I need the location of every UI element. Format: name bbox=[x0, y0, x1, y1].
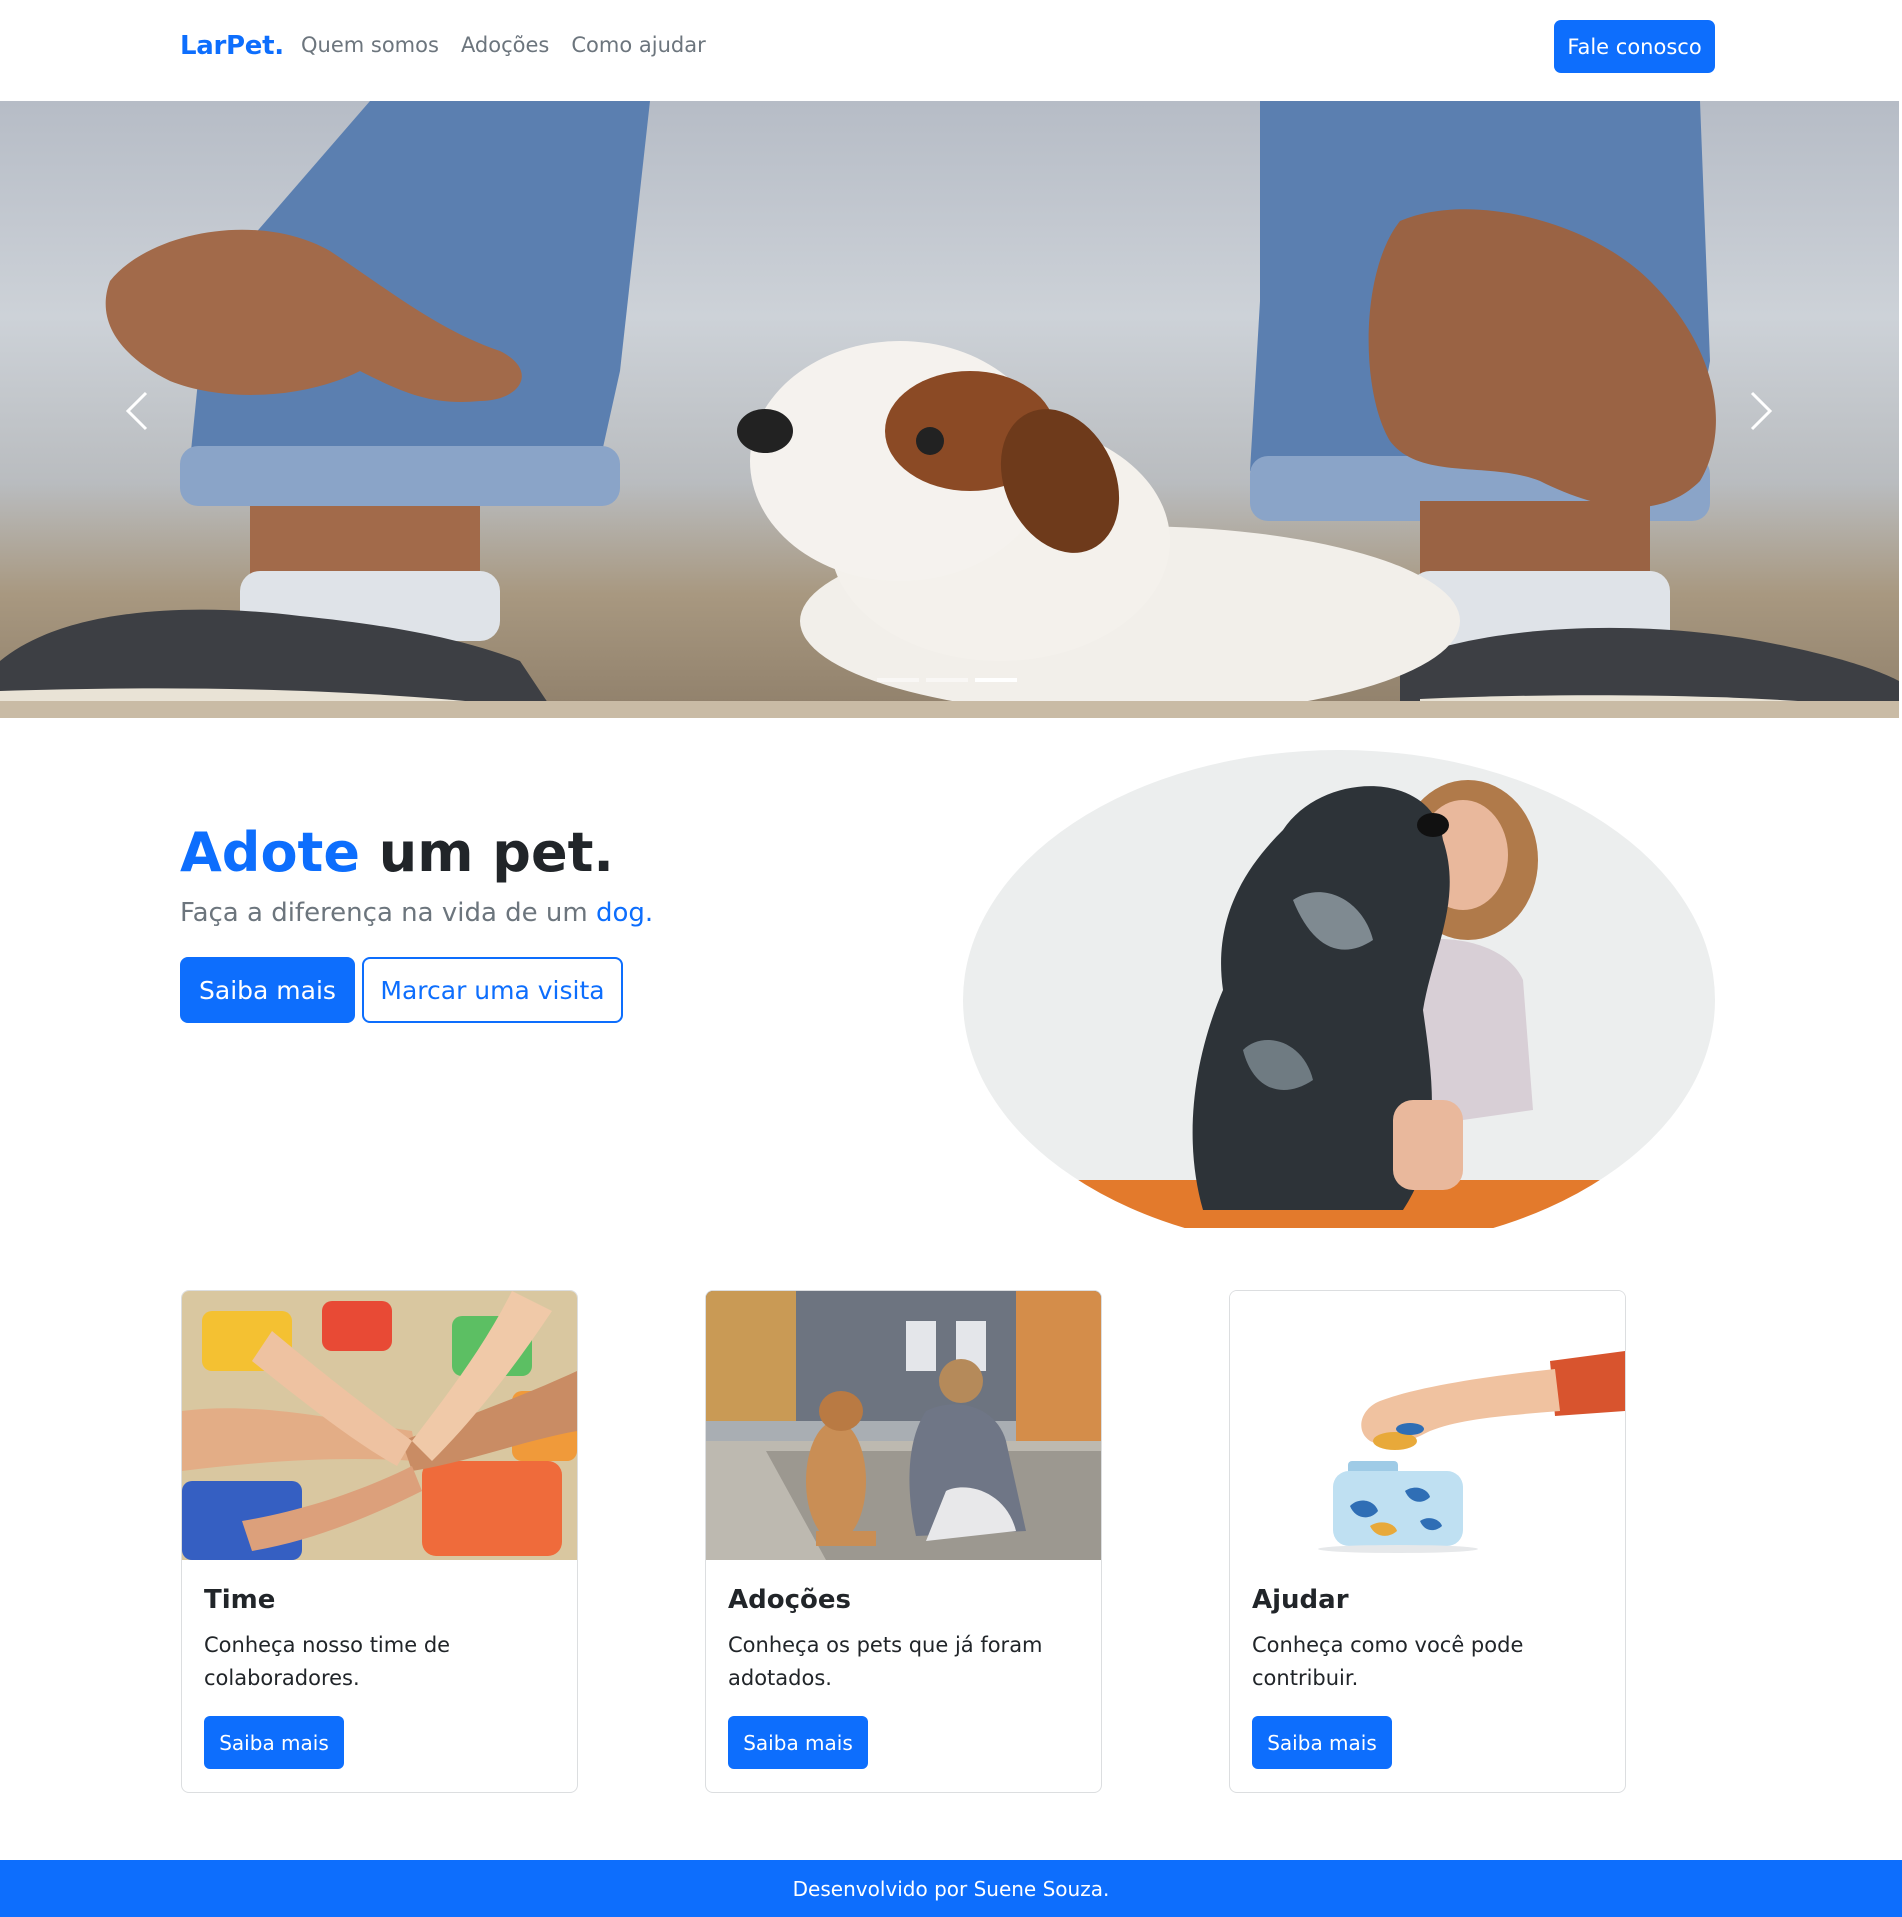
card-time: Time Conheça nosso time de colaboradores… bbox=[181, 1290, 578, 1793]
card-time-button[interactable]: Saiba mais bbox=[204, 1716, 344, 1769]
chevron-right-icon bbox=[1750, 391, 1773, 431]
card-ajudar: Ajudar Conheça como você pode contribuir… bbox=[1229, 1290, 1626, 1793]
card-ajudar-button[interactable]: Saiba mais bbox=[1252, 1716, 1392, 1769]
nav-link-quem-somos[interactable]: Quem somos bbox=[301, 33, 439, 57]
carousel-indicator[interactable] bbox=[926, 678, 968, 682]
card-text: Conheça os pets que já foram adotados. bbox=[728, 1633, 1043, 1690]
hero-girl-dog-image bbox=[963, 750, 1715, 1228]
chevron-left-icon bbox=[125, 391, 148, 431]
hero-carousel bbox=[0, 101, 1899, 718]
carousel-indicators bbox=[877, 678, 1017, 682]
card-time-image bbox=[182, 1291, 577, 1560]
nav-links: Quem somos Adoções Como ajudar bbox=[301, 33, 706, 57]
card-text: Conheça como você pode contribuir. bbox=[1252, 1633, 1524, 1690]
footer: Desenvolvido por Suene Souza. bbox=[0, 1860, 1902, 1917]
hero-subtitle: Faça a diferença na vida de um dog. bbox=[180, 898, 653, 928]
card-title: Ajudar bbox=[1252, 1585, 1349, 1615]
hero-schedule-visit-button[interactable]: Marcar uma visita bbox=[362, 957, 623, 1023]
hero-title-accent: Adote bbox=[180, 821, 360, 884]
card-adocoes-button[interactable]: Saiba mais bbox=[728, 1716, 868, 1769]
carousel-indicator[interactable] bbox=[877, 678, 919, 682]
brand-logo[interactable]: LarPet. bbox=[180, 31, 284, 61]
hero-title: Adote um pet. bbox=[180, 818, 614, 888]
hero-title-rest: um pet. bbox=[359, 821, 614, 884]
carousel-indicator[interactable] bbox=[975, 678, 1017, 682]
carousel-slide-image bbox=[0, 101, 1899, 718]
card-ajudar-image bbox=[1230, 1291, 1625, 1560]
carousel-next-button[interactable] bbox=[1728, 381, 1788, 441]
hero-saiba-mais-button[interactable]: Saiba mais bbox=[180, 957, 355, 1023]
nav-link-adocoes[interactable]: Adoções bbox=[461, 33, 549, 57]
hero-subtitle-accent: dog. bbox=[595, 898, 654, 928]
card-adocoes: Adoções Conheça os pets que já foram ado… bbox=[705, 1290, 1102, 1793]
hero-subtitle-main: Faça a diferença na vida de um bbox=[180, 898, 596, 928]
carousel-prev-button[interactable] bbox=[110, 381, 170, 441]
card-title: Time bbox=[204, 1585, 276, 1615]
nav-link-como-ajudar[interactable]: Como ajudar bbox=[571, 33, 705, 57]
contact-button[interactable]: Fale conosco bbox=[1554, 20, 1715, 73]
card-title: Adoções bbox=[728, 1585, 851, 1615]
navbar: LarPet. Quem somos Adoções Como ajudar F… bbox=[0, 0, 1902, 101]
card-adocoes-image bbox=[706, 1291, 1101, 1560]
footer-credit: Desenvolvido por Suene Souza. bbox=[792, 1876, 1110, 1901]
card-text: Conheça nosso time de colaboradores. bbox=[204, 1633, 451, 1690]
